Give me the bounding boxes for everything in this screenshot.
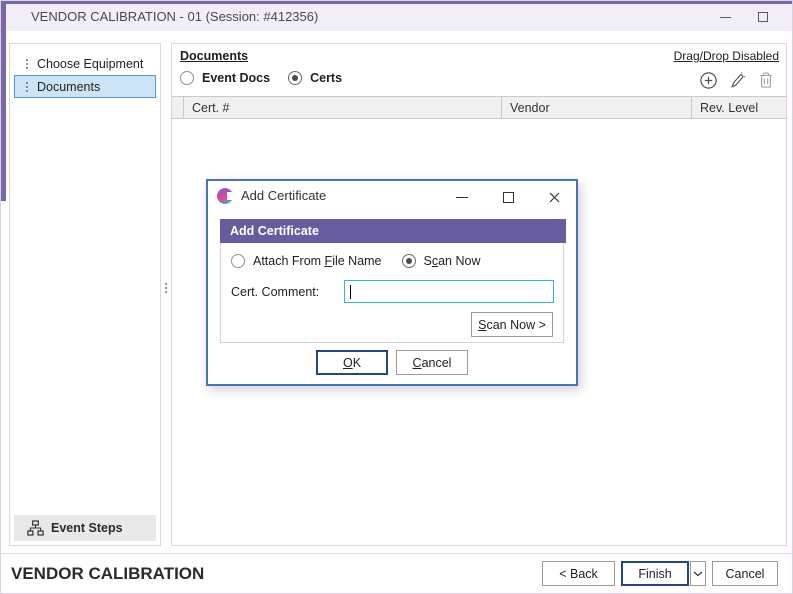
pen-sparkle-icon xyxy=(728,71,746,89)
dialog-close-button[interactable] xyxy=(540,185,568,209)
sign-document-button[interactable] xyxy=(727,70,747,90)
attach-from-file-radio-label[interactable]: Attach From File Name xyxy=(253,254,382,268)
back-button[interactable]: < Back xyxy=(542,561,615,586)
scan-now-radio-label[interactable]: Scan Now xyxy=(424,254,481,268)
window-title: VENDOR CALIBRATION - 01 (Session: #41235… xyxy=(31,9,318,24)
scan-now-button[interactable]: Scan Now > xyxy=(471,312,553,337)
maximize-icon xyxy=(758,12,768,22)
text-caret xyxy=(350,285,351,299)
dialog-minimize-button[interactable] xyxy=(448,185,476,209)
certs-radio[interactable] xyxy=(288,71,302,85)
window-titlebar[interactable]: VENDOR CALIBRATION - 01 (Session: #41235… xyxy=(1,1,792,31)
window-accent-left xyxy=(1,1,6,201)
cert-comment-input[interactable] xyxy=(345,281,553,302)
event-docs-radio[interactable] xyxy=(180,71,194,85)
cert-comment-row: Cert. Comment: xyxy=(231,280,555,304)
org-chart-icon xyxy=(27,520,44,536)
event-docs-radio-label[interactable]: Event Docs xyxy=(202,71,270,85)
panel-splitter[interactable] xyxy=(162,43,170,546)
window-accent-border xyxy=(1,1,792,4)
sidebar-item-documents[interactable]: Documents xyxy=(14,75,156,98)
dialog-maximize-button[interactable] xyxy=(494,185,522,209)
dialog-title: Add Certificate xyxy=(241,188,326,203)
circled-plus-icon xyxy=(699,71,718,90)
groupbox-header: Add Certificate xyxy=(220,219,566,243)
table-header-indicator-column xyxy=(172,97,184,118)
event-title: VENDOR CALIBRATION xyxy=(11,564,204,584)
source-radio-group: Attach From File Name Scan Now xyxy=(231,254,493,268)
maximize-icon xyxy=(503,192,514,203)
table-header-vendor[interactable]: Vendor xyxy=(502,97,692,118)
dialog-titlebar[interactable]: Add Certificate xyxy=(208,181,576,211)
chevron-down-icon xyxy=(693,571,703,577)
ok-button[interactable]: OK xyxy=(316,350,388,375)
document-toolbar xyxy=(698,70,776,90)
certs-table-header: Cert. # Vendor Rev. Level xyxy=(172,96,786,119)
minimize-icon xyxy=(720,17,731,18)
documents-panel-title: Documents xyxy=(180,49,248,63)
delete-document-button[interactable] xyxy=(756,70,776,90)
app-window: VENDOR CALIBRATION - 01 (Session: #41235… xyxy=(0,0,793,594)
certs-radio-label[interactable]: Certs xyxy=(310,71,342,85)
dialog-footer: OK Cancel xyxy=(208,350,576,375)
sidebar-item-label: Documents xyxy=(37,80,100,94)
cert-comment-label: Cert. Comment: xyxy=(231,285,319,299)
sidebar: Choose Equipment Documents Event Steps xyxy=(9,43,161,546)
wizard-footer: VENDOR CALIBRATION < Back Finish Cancel xyxy=(1,553,792,594)
splitter-grip-icon xyxy=(165,283,167,285)
close-icon xyxy=(549,192,560,203)
minimize-icon xyxy=(456,197,468,198)
sidebar-item-choose-equipment[interactable]: Choose Equipment xyxy=(14,52,156,75)
table-header-rev-level[interactable]: Rev. Level xyxy=(692,97,786,118)
dragdrop-status[interactable]: Drag/Drop Disabled xyxy=(674,49,779,63)
dialog-cancel-button[interactable]: Cancel xyxy=(396,350,468,375)
app-logo-icon xyxy=(217,188,233,204)
sidebar-item-label: Choose Equipment xyxy=(37,57,143,71)
cert-comment-field-border xyxy=(344,280,554,303)
footer-cancel-button[interactable]: Cancel xyxy=(712,561,778,586)
finish-button[interactable]: Finish xyxy=(621,561,689,586)
finish-menu-button[interactable] xyxy=(690,561,706,586)
add-document-button[interactable] xyxy=(698,70,718,90)
table-header-cert[interactable]: Cert. # xyxy=(184,97,502,118)
add-certificate-dialog: Add Certificate Add Certificate Attach F… xyxy=(206,179,578,386)
add-certificate-groupbox: Add Certificate Attach From File Name Sc… xyxy=(220,219,564,343)
trash-icon xyxy=(758,71,774,89)
event-steps-label: Event Steps xyxy=(51,521,123,535)
grip-dots-icon xyxy=(26,59,28,61)
scan-now-radio[interactable] xyxy=(402,254,416,268)
event-steps-button[interactable]: Event Steps xyxy=(14,515,156,541)
grip-dots-icon xyxy=(26,82,28,84)
doc-type-radio-group: Event Docs Certs xyxy=(180,71,352,85)
maximize-button[interactable] xyxy=(748,5,778,29)
minimize-button[interactable] xyxy=(710,5,740,29)
attach-from-file-radio[interactable] xyxy=(231,254,245,268)
